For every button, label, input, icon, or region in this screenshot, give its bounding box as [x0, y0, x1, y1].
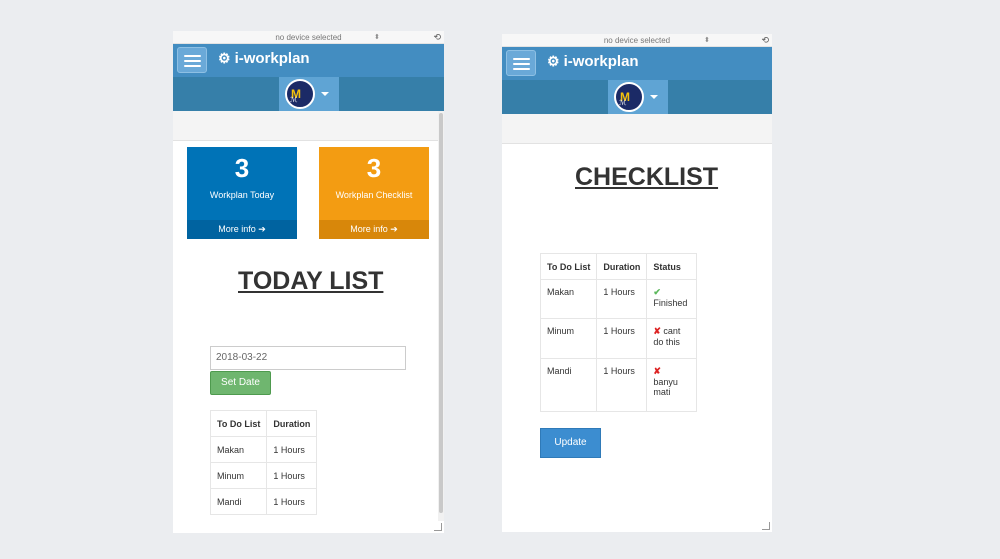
- caret-down-icon: [321, 92, 329, 96]
- device-select[interactable]: no device selected: [604, 36, 670, 45]
- workplan-today-count: 3: [234, 153, 250, 183]
- menu-toggle-button[interactable]: [177, 47, 207, 73]
- device-bar: no device selected ⬍ ⟲: [502, 34, 772, 47]
- user-menu-dropdown[interactable]: Mℳ: [279, 77, 339, 111]
- app-title: i-workplan: [563, 53, 639, 70]
- workplan-today-label: Workplan Today: [209, 190, 275, 200]
- status-cell: ✘ banyu mati: [646, 358, 698, 412]
- today-list-heading: TODAY LIST: [238, 267, 384, 295]
- duration-cell: 1 Hours: [266, 436, 318, 463]
- task-cell: Mandi: [209, 488, 268, 515]
- table-header-row: To Do List Duration Status: [539, 253, 698, 280]
- content-header: [502, 114, 772, 144]
- duration-cell: 1 Hours: [596, 358, 648, 412]
- table-header-row: To Do List Duration: [209, 410, 318, 437]
- task-cell: Minum: [209, 462, 268, 489]
- user-menu-dropdown[interactable]: Mℳ: [608, 80, 668, 114]
- device-select-arrows-icon: ⬍: [374, 34, 380, 41]
- more-info-label: More info: [350, 224, 388, 234]
- arrow-circle-right-icon: ➔: [258, 224, 266, 234]
- column-header: Duration: [596, 253, 648, 280]
- company-logo: Mℳ: [285, 79, 315, 109]
- cross-icon: ✘: [653, 366, 661, 376]
- set-date-button[interactable]: Set Date: [210, 371, 271, 395]
- table-row: Makan 1 Hours ✔ Finished: [539, 279, 698, 319]
- app-title: i-workplan: [234, 50, 310, 67]
- workplan-checklist-label: Workplan Checklist: [335, 190, 413, 200]
- more-info-label: More info: [218, 224, 256, 234]
- resize-handle-icon[interactable]: [762, 522, 770, 530]
- rotate-device-icon[interactable]: ⟲: [761, 34, 769, 47]
- status-text: Finished: [653, 298, 688, 308]
- checklist-table: To Do List Duration Status Makan 1 Hours…: [539, 253, 698, 412]
- table-row: Mandi 1 Hours ✘ banyu mati: [539, 358, 698, 412]
- task-cell: Makan: [209, 436, 268, 463]
- navbar: ⚙ i-workplan: [502, 47, 772, 80]
- workplan-today-more-info-link[interactable]: More info ➔: [187, 220, 297, 239]
- date-input[interactable]: 2018-03-22: [210, 346, 406, 370]
- status-cell: ✘ cant do this: [646, 318, 698, 359]
- workplan-checklist-box: 3 Workplan Checklist More info ➔: [319, 147, 429, 239]
- update-button[interactable]: Update: [540, 428, 601, 458]
- status-text: banyu mati: [653, 377, 678, 397]
- device-select[interactable]: no device selected: [275, 33, 341, 42]
- workplan-checklist-more-info-link[interactable]: More info ➔: [319, 220, 429, 239]
- duration-cell: 1 Hours: [266, 462, 318, 489]
- duration-cell: 1 Hours: [596, 279, 648, 319]
- column-header: To Do List: [539, 253, 598, 280]
- content-header: [173, 111, 444, 141]
- task-cell: Mandi: [539, 358, 598, 412]
- column-header: Duration: [266, 410, 318, 437]
- device-bar: no device selected ⬍ ⟲: [173, 31, 444, 44]
- arrow-circle-right-icon: ➔: [390, 224, 398, 234]
- check-icon: ✔: [653, 287, 661, 297]
- task-cell: Minum: [539, 318, 598, 359]
- cross-icon: ✘: [653, 326, 661, 336]
- table-row: Makan 1 Hours: [209, 436, 318, 463]
- today-table: To Do List Duration Makan 1 Hours Minum …: [209, 410, 318, 515]
- app-brand[interactable]: ⚙ i-workplan: [218, 50, 310, 67]
- gear-icon: ⚙: [547, 53, 560, 69]
- left-phone-preview: no device selected ⬍ ⟲ ⚙ i-workplan Mℳ 3 …: [173, 31, 444, 533]
- navbar: ⚙ i-workplan: [173, 44, 444, 77]
- status-cell: ✔ Finished: [646, 279, 698, 319]
- company-logo: Mℳ: [614, 82, 644, 112]
- duration-cell: 1 Hours: [266, 488, 318, 515]
- checklist-heading: CHECKLIST: [575, 163, 719, 191]
- table-row: Minum 1 Hours: [209, 462, 318, 489]
- table-row: Mandi 1 Hours: [209, 488, 318, 515]
- duration-cell: 1 Hours: [596, 318, 648, 359]
- app-brand[interactable]: ⚙ i-workplan: [547, 53, 639, 70]
- gear-icon: ⚙: [218, 50, 231, 66]
- table-row: Minum 1 Hours ✘ cant do this: [539, 318, 698, 359]
- workplan-today-box: 3 Workplan Today More info ➔: [187, 147, 297, 239]
- scrollbar-thumb[interactable]: [439, 113, 443, 513]
- workplan-checklist-count: 3: [366, 153, 382, 183]
- right-phone-preview: no device selected ⬍ ⟲ ⚙ i-workplan Mℳ CH…: [502, 34, 772, 532]
- menu-toggle-button[interactable]: [506, 50, 536, 76]
- column-header: Status: [646, 253, 698, 280]
- resize-handle-icon[interactable]: [434, 523, 442, 531]
- task-cell: Makan: [539, 279, 598, 319]
- caret-down-icon: [650, 95, 658, 99]
- device-select-arrows-icon: ⬍: [704, 37, 710, 44]
- column-header: To Do List: [209, 410, 268, 437]
- user-subnav: Mℳ: [502, 80, 772, 114]
- rotate-device-icon[interactable]: ⟲: [433, 31, 441, 44]
- user-subnav: Mℳ: [173, 77, 444, 111]
